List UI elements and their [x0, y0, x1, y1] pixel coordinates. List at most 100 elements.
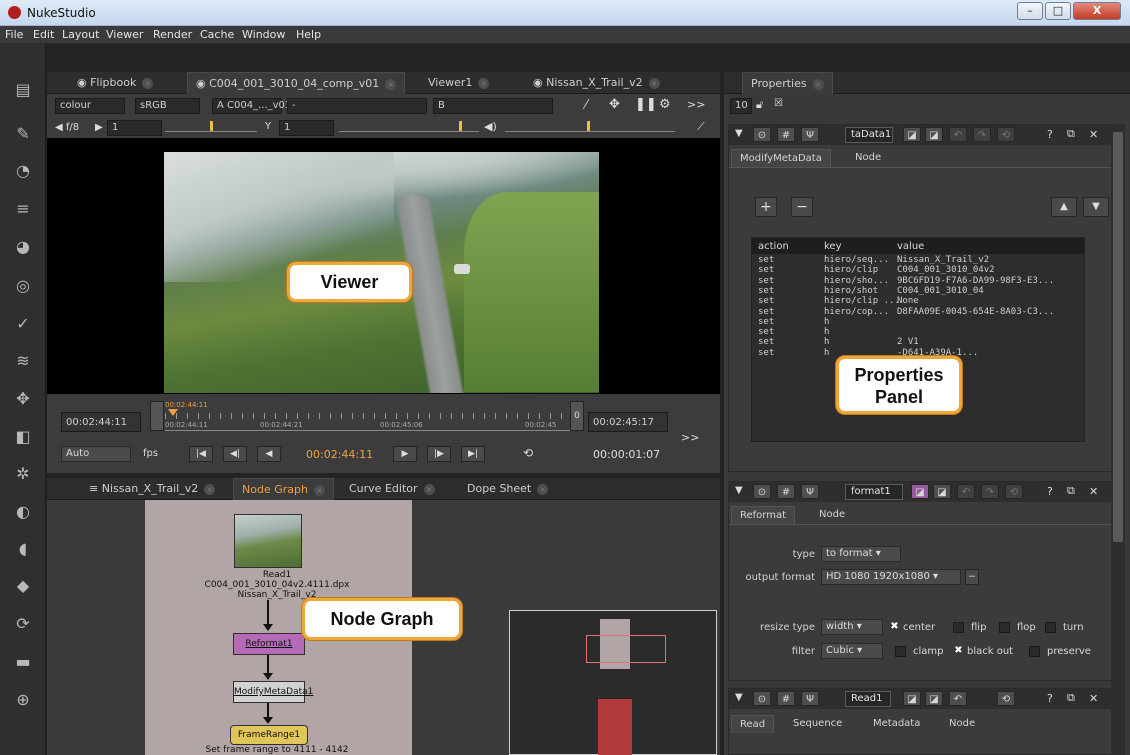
- menu-render[interactable]: Render: [153, 28, 192, 41]
- color-tool-icon[interactable]: ◕: [12, 237, 34, 257]
- max-panels-field[interactable]: 10: [730, 98, 752, 114]
- filter-tool-icon[interactable]: ◎: [12, 276, 34, 296]
- collapse-icon[interactable]: ▼: [735, 128, 743, 139]
- keyer-tool-icon[interactable]: ✓: [12, 314, 34, 334]
- float-icon[interactable]: ⧉: [1067, 484, 1075, 498]
- reformat-node[interactable]: Reformat1: [233, 633, 305, 655]
- move-up-button[interactable]: ▲: [1051, 197, 1077, 217]
- gamma-field[interactable]: 1: [279, 120, 334, 136]
- color-swatch-icon[interactable]: ◪: [933, 484, 951, 499]
- first-frame-button[interactable]: |◀: [189, 446, 213, 462]
- help-target-icon[interactable]: ⊙: [753, 691, 771, 706]
- prev-keyframe-button[interactable]: ◀|: [223, 446, 247, 462]
- color-swatch-icon[interactable]: ◪: [925, 691, 943, 706]
- input-a-dropdown[interactable]: A C004_..._v01*: [212, 98, 296, 114]
- particles-tool-icon[interactable]: ✲: [12, 464, 34, 484]
- tab-flipbook[interactable]: ◉ Flipbook ×: [69, 72, 161, 94]
- close-icon[interactable]: ×: [478, 78, 490, 89]
- volume-slider-handle[interactable]: [587, 121, 590, 131]
- out-time-field[interactable]: 00:02:45:17: [588, 412, 668, 432]
- toolsets-tool-icon[interactable]: ⟳: [12, 614, 34, 634]
- tab-curve-editor[interactable]: Curve Editor ×: [341, 478, 443, 500]
- filter-dropdown[interactable]: Cubic ▾: [821, 643, 883, 659]
- tool-icon[interactable]: Ψ: [801, 127, 819, 142]
- blackout-checkbox[interactable]: ✖: [953, 646, 964, 657]
- clamp-checkbox[interactable]: [895, 646, 906, 657]
- image-tool-icon[interactable]: ▤: [12, 80, 34, 100]
- close-icon[interactable]: ×: [385, 79, 397, 90]
- eyedropper-icon[interactable]: ⟋: [697, 120, 705, 134]
- tab-viewer1[interactable]: Viewer1 ×: [420, 72, 497, 94]
- gain-slider[interactable]: [165, 121, 257, 132]
- close-icon[interactable]: ✕: [1089, 692, 1098, 705]
- menu-help[interactable]: Help: [296, 28, 321, 41]
- tab-dope-sheet[interactable]: Dope Sheet ×: [459, 478, 556, 500]
- hash-icon[interactable]: #: [777, 484, 795, 499]
- help-target-icon[interactable]: ⊙: [753, 127, 771, 142]
- play-forward-button[interactable]: ▶: [393, 446, 417, 462]
- close-button[interactable]: X: [1073, 2, 1121, 20]
- more-icon[interactable]: >>: [687, 98, 705, 111]
- time-tool-icon[interactable]: ◔: [12, 161, 34, 181]
- help-icon[interactable]: ?: [1047, 485, 1053, 498]
- tab-properties[interactable]: Properties ×: [742, 72, 833, 94]
- flop-checkbox[interactable]: [999, 622, 1010, 633]
- add-row-button[interactable]: +: [755, 197, 777, 217]
- properties-scrollbar[interactable]: [1111, 124, 1125, 755]
- revert-icon[interactable]: ⟲: [997, 691, 1015, 706]
- close-icon[interactable]: ×: [204, 484, 216, 495]
- turn-checkbox[interactable]: [1045, 622, 1056, 633]
- views-tool-icon[interactable]: ◖: [12, 539, 34, 559]
- close-icon[interactable]: ×: [423, 484, 435, 495]
- help-target-icon[interactable]: ⊙: [753, 484, 771, 499]
- plugins-tool-icon[interactable]: ⊕: [12, 690, 34, 710]
- close-icon[interactable]: ×: [142, 78, 154, 89]
- color-swatch-icon[interactable]: ◪: [903, 691, 921, 706]
- channel-tool-icon[interactable]: ≡: [12, 199, 34, 219]
- clear-panels-icon[interactable]: ☒: [774, 98, 783, 109]
- redo-icon[interactable]: ↷: [973, 127, 991, 142]
- node-name-field[interactable]: format1: [845, 484, 903, 500]
- menu-window[interactable]: Window: [242, 28, 285, 41]
- tab-modifymetadata[interactable]: ModifyMetaData: [731, 149, 831, 167]
- metadata-tool-icon[interactable]: ◆: [12, 576, 34, 596]
- tab-read[interactable]: Read: [731, 715, 775, 733]
- tool-icon[interactable]: Ψ: [801, 484, 819, 499]
- help-icon[interactable]: ?: [1047, 692, 1053, 705]
- table-row[interactable]: set hiero/cop... D8FAA09E-0045-654E-8A03-C…: [752, 307, 1084, 318]
- fstop-control[interactable]: ◀ f/8: [55, 122, 79, 133]
- hash-icon[interactable]: #: [777, 127, 795, 142]
- flip-checkbox[interactable]: [953, 622, 964, 633]
- play-backward-button[interactable]: ◀: [257, 446, 281, 462]
- tab-sequence[interactable]: Sequence: [785, 715, 850, 733]
- gain-slider-handle[interactable]: [210, 121, 213, 131]
- table-row[interactable]: set h 2 V1: [752, 338, 1084, 348]
- tab-sequence[interactable]: ≡ Nissan_X_Trail_v2 ×: [81, 478, 223, 500]
- menu-file[interactable]: File: [5, 28, 23, 41]
- navigator-minimap[interactable]: [509, 610, 717, 755]
- lock-icon[interactable]: 🔓︎: [756, 98, 763, 112]
- tool-icon[interactable]: Ψ: [801, 691, 819, 706]
- color-swatch-icon[interactable]: ◪: [911, 484, 929, 499]
- last-frame-button[interactable]: ▶|: [461, 446, 485, 462]
- deep-tool-icon[interactable]: ◐: [12, 502, 34, 522]
- in-point-handle[interactable]: [150, 401, 164, 431]
- node-name-field[interactable]: taData1: [845, 127, 893, 143]
- playback-mode-dropdown[interactable]: Auto: [61, 446, 131, 462]
- colorspace-dropdown[interactable]: sRGB: [135, 98, 200, 114]
- node-name-field[interactable]: Read1: [845, 691, 891, 707]
- menu-cache[interactable]: Cache: [200, 28, 234, 41]
- play-small-icon[interactable]: ▶: [95, 122, 103, 133]
- loop-icon[interactable]: ⟲: [523, 446, 533, 460]
- hash-icon[interactable]: #: [777, 691, 795, 706]
- framerange-node[interactable]: FrameRange1: [230, 725, 308, 745]
- tab-comp[interactable]: ◉ C004_001_3010_04_comp_v01 ×: [187, 72, 406, 94]
- revert-icon[interactable]: ⟲: [997, 127, 1015, 142]
- undo-icon[interactable]: ↶: [957, 484, 975, 499]
- close-icon[interactable]: ×: [812, 79, 824, 90]
- tab-metadata[interactable]: Metadata: [865, 715, 928, 733]
- output-format-dropdown[interactable]: HD 1080 1920x1080 ▾: [821, 569, 961, 585]
- draw-tool-icon[interactable]: ✎: [12, 124, 34, 144]
- channel-dropdown[interactable]: colour: [55, 98, 125, 114]
- undo-icon[interactable]: ↶: [949, 691, 967, 706]
